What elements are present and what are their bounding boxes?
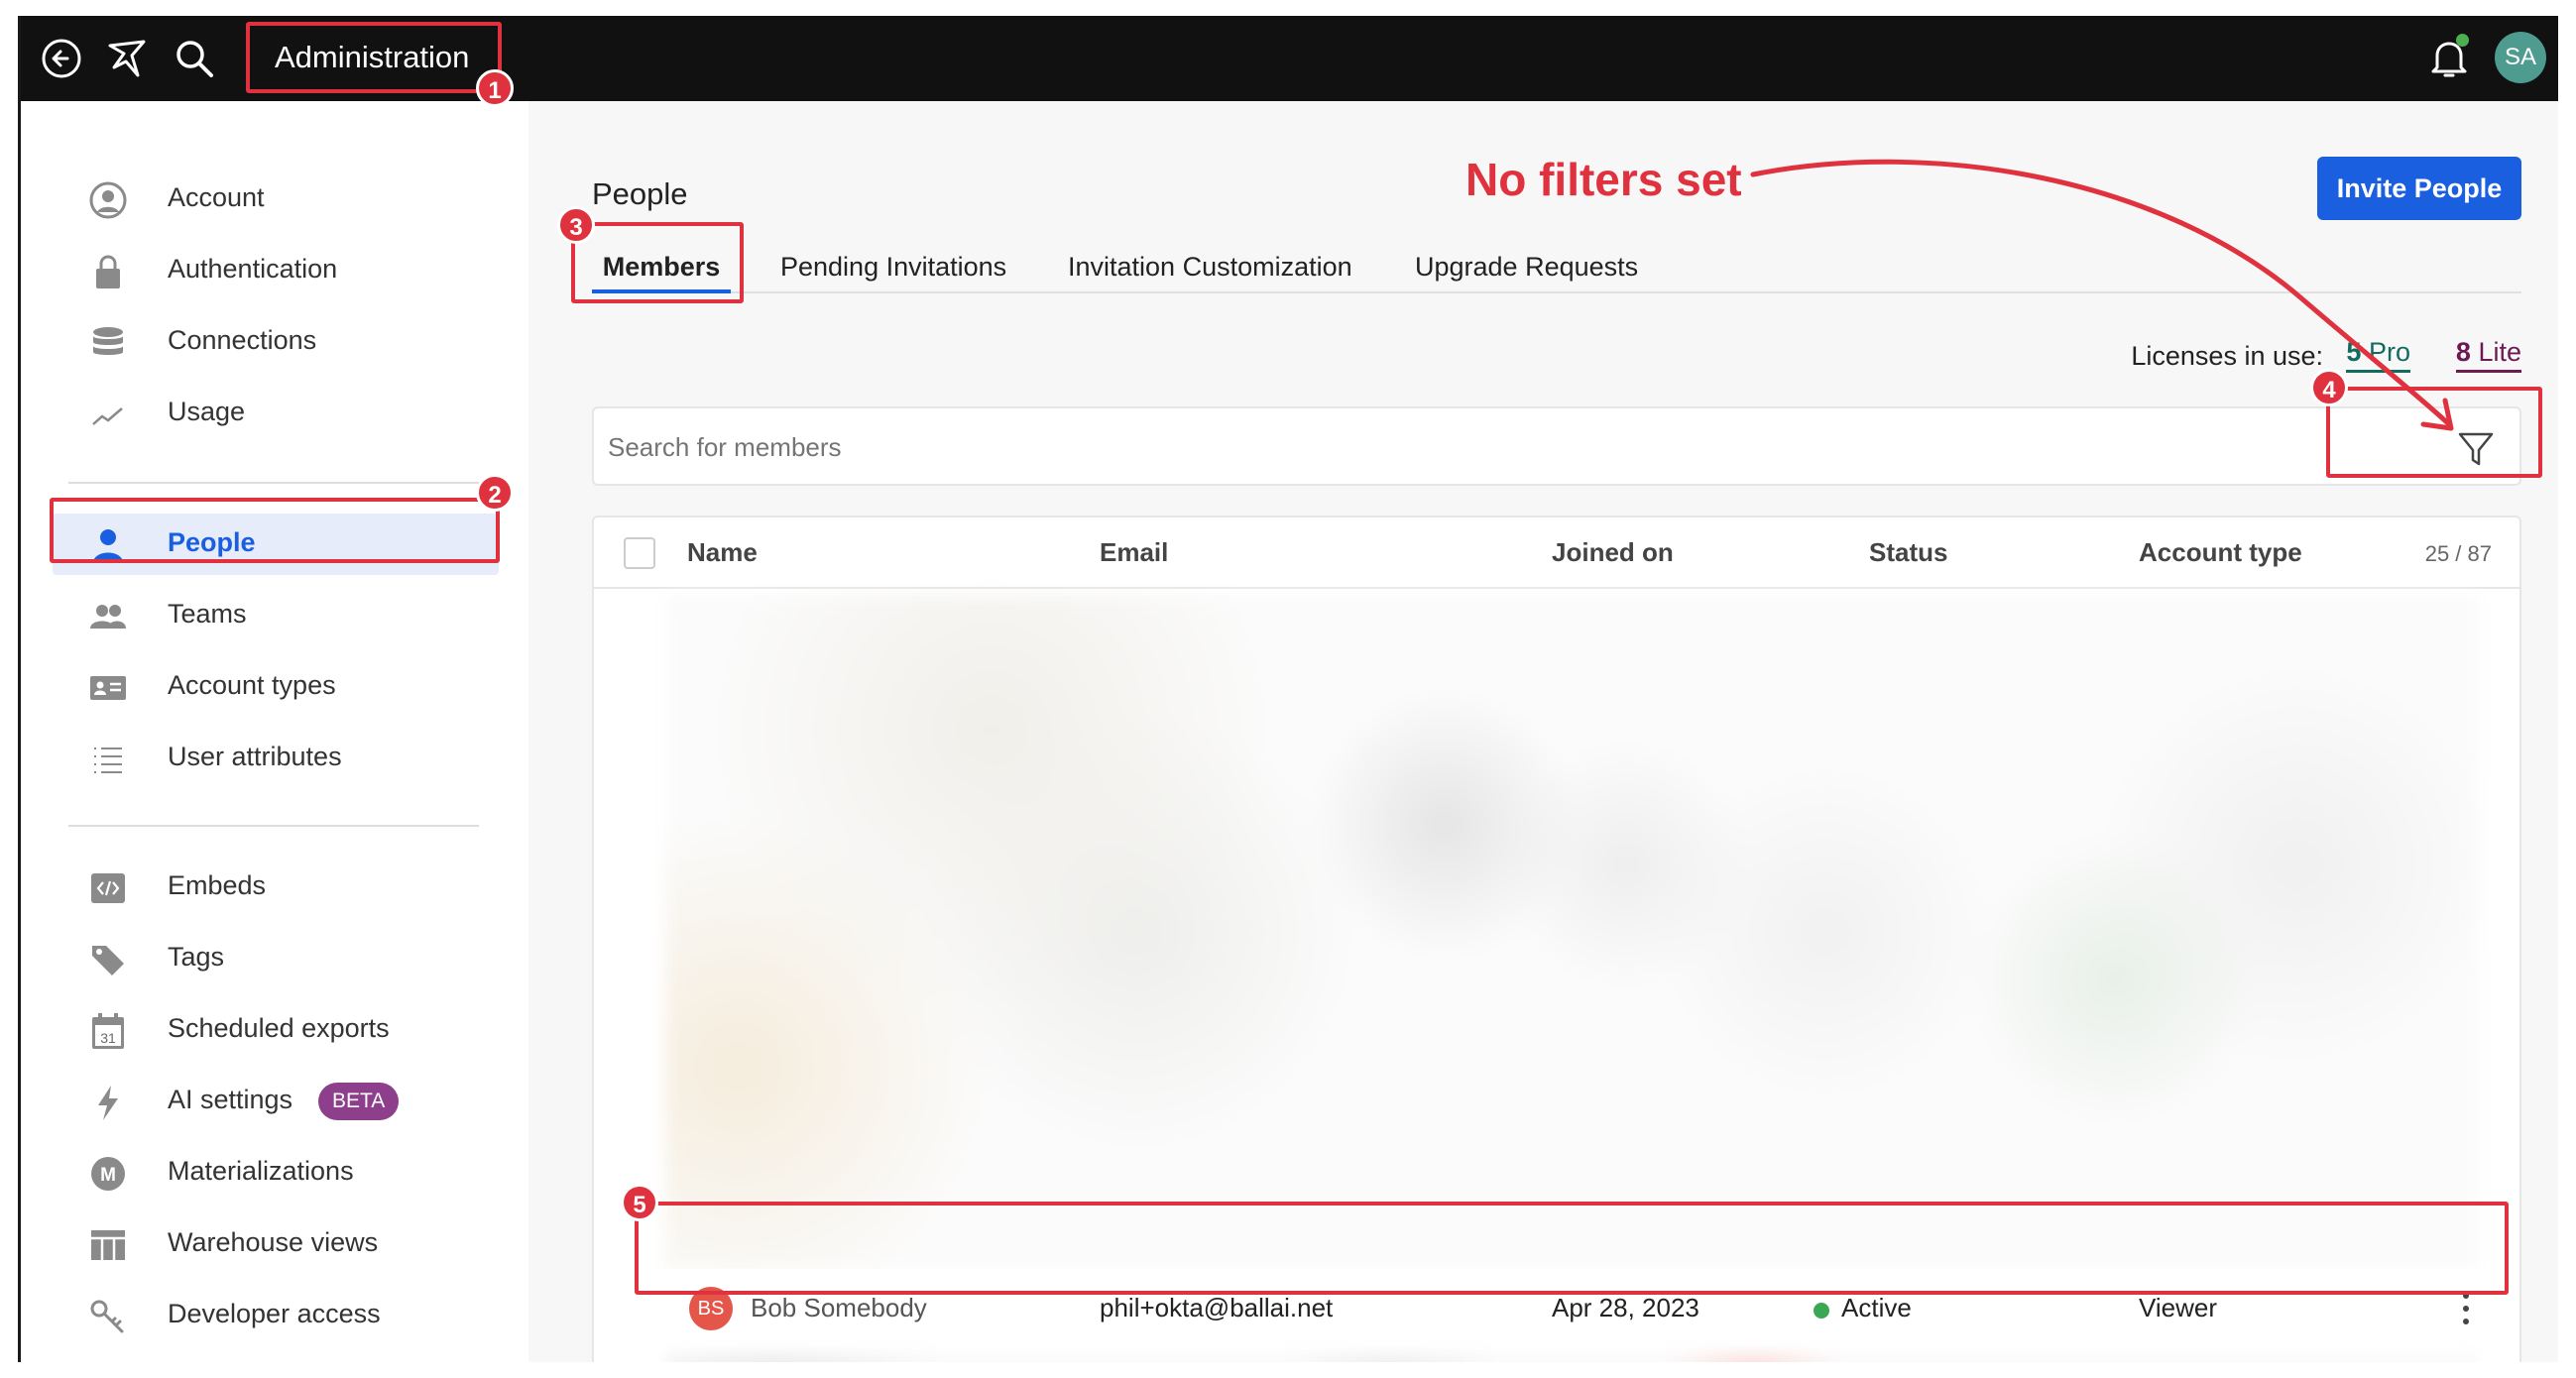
sidebar-item-label: Usage <box>168 397 246 426</box>
licenses-in-use: Licenses in use: 5 Pro 8 Lite <box>2065 333 2521 373</box>
sidebar-item-connections[interactable]: Connections <box>53 311 499 373</box>
user-avatar[interactable]: SA <box>2495 32 2546 83</box>
sidebar-item-authentication[interactable]: Authentication <box>53 240 499 301</box>
page-title: People <box>592 176 688 211</box>
column-header-joined[interactable]: Joined on <box>1552 537 1674 568</box>
sidebar-item-label: Scheduled exports <box>168 1013 390 1043</box>
line-chart-icon <box>92 407 123 425</box>
sidebar-item-usage[interactable]: Usage <box>53 383 499 444</box>
member-email: phil+okta@ballai.net <box>1100 1293 1334 1322</box>
database-icon <box>93 327 123 355</box>
list-icon <box>94 747 122 773</box>
member-account-type: Viewer <box>2139 1293 2218 1322</box>
sidebar-item-label: Materializations <box>168 1156 354 1186</box>
logo-icon[interactable] <box>104 36 150 81</box>
search-input[interactable] <box>608 422 2293 472</box>
sidebar-item-embeds[interactable]: Embeds <box>53 857 499 918</box>
pro-count: 5 <box>2346 337 2362 367</box>
annotation-box-4 <box>2326 387 2542 478</box>
sidebar-divider <box>68 825 479 827</box>
key-icon <box>90 1300 124 1333</box>
annotation-badge-2: 2 <box>476 474 514 512</box>
tab-invitation-customization[interactable]: Invitation Customization <box>1068 240 1352 293</box>
m-circle-icon-text: M <box>100 1165 116 1186</box>
search-box <box>592 406 2521 486</box>
member-status: Active <box>1841 1293 1912 1322</box>
sidebar-item-tags[interactable]: Tags <box>53 928 499 989</box>
table-header: Name Email Joined on Status Account type… <box>594 517 2519 589</box>
sidebar-item-label: AI settings <box>168 1085 293 1114</box>
sidebar: Account Authentication Connections Usage <box>21 101 528 1362</box>
annotation-box-1 <box>246 22 502 93</box>
sidebar-item-ai-settings[interactable]: AI settings BETA <box>53 1071 499 1132</box>
lock-icon <box>96 255 120 288</box>
sidebar-item-label: Authentication <box>168 254 338 284</box>
app-window: Administration SA Account Authentication <box>18 16 2558 1362</box>
sidebar-item-materializations[interactable]: M Materializations <box>53 1142 499 1204</box>
column-header-account-type[interactable]: Account type <box>2139 537 2302 568</box>
tab-upgrade-requests[interactable]: Upgrade Requests <box>1415 240 1638 293</box>
lite-licenses-link[interactable]: 8 Lite <box>2455 337 2521 373</box>
member-name[interactable]: Bob Somebody <box>751 1293 927 1323</box>
lite-count: 8 <box>2455 337 2471 367</box>
screenshot-frame: Administration SA Account Authentication <box>0 0 2576 1378</box>
annotation-badge-3: 3 <box>557 206 595 244</box>
sidebar-item-label: Developer access <box>168 1299 381 1328</box>
calendar-icon: 31 <box>92 1013 124 1049</box>
member-joined-date: Apr 28, 2023 <box>1552 1293 1699 1322</box>
beta-badge: BETA <box>318 1083 400 1120</box>
sidebar-item-label: Teams <box>168 599 247 629</box>
licenses-label: Licenses in use: <box>2131 341 2323 371</box>
column-header-status[interactable]: Status <box>1869 537 1947 568</box>
sidebar-item-account[interactable]: Account <box>53 169 499 230</box>
notification-dot <box>2456 34 2469 47</box>
column-header-email[interactable]: Email <box>1100 537 1168 568</box>
annotation-box-5 <box>635 1202 2509 1295</box>
annotation-badge-4: 4 <box>2310 369 2348 406</box>
annotation-box-3 <box>571 222 744 303</box>
sidebar-item-developer-access[interactable]: Developer access <box>53 1285 499 1346</box>
blurred-rows <box>665 595 2478 1269</box>
pro-licenses-link[interactable]: 5 Pro <box>2346 337 2410 373</box>
sidebar-item-label: Tags <box>168 942 225 972</box>
sidebar-item-user-attributes[interactable]: User attributes <box>53 728 499 789</box>
id-card-icon <box>90 676 126 700</box>
sidebar-item-label: Account <box>168 182 265 212</box>
annotation-badge-5: 5 <box>621 1184 658 1221</box>
sidebar-item-label: Warehouse views <box>168 1227 379 1257</box>
m-circle-icon: M <box>91 1157 125 1191</box>
sidebar-divider <box>68 482 479 484</box>
sidebar-item-label: Embeds <box>168 870 267 900</box>
table-icon <box>91 1230 125 1260</box>
tab-pending-invitations[interactable]: Pending Invitations <box>780 240 1006 293</box>
sidebar-item-account-types[interactable]: Account types <box>53 656 499 718</box>
calendar-icon-text: 31 <box>100 1030 116 1046</box>
column-header-name[interactable]: Name <box>687 537 758 568</box>
code-icon <box>91 873 125 903</box>
sidebar-item-label: User attributes <box>168 742 342 771</box>
sidebar-item-label: Account types <box>168 670 336 700</box>
status-dot <box>1814 1303 1829 1319</box>
row-count: 25 / 87 <box>2424 541 2492 566</box>
main-content: People Invite People Members Pending Inv… <box>528 101 2558 1362</box>
annotation-box-2 <box>50 498 500 563</box>
lightning-icon <box>98 1086 118 1120</box>
pro-label: Pro <box>2368 337 2410 367</box>
annotation-badge-1: 1 <box>476 69 514 107</box>
back-icon[interactable] <box>39 36 84 81</box>
annotation-note: No filters set <box>1465 154 1742 205</box>
tab-bar: Members Pending Invitations Invitation C… <box>592 240 2521 293</box>
sidebar-item-label: Connections <box>168 325 317 355</box>
account-circle-icon <box>89 181 127 219</box>
sidebar-item-scheduled-exports[interactable]: 31 Scheduled exports <box>53 999 499 1061</box>
select-all-checkbox[interactable] <box>624 537 655 569</box>
lite-label: Lite <box>2478 337 2521 367</box>
invite-people-button[interactable]: Invite People <box>2317 157 2521 220</box>
sidebar-item-teams[interactable]: Teams <box>53 585 499 646</box>
sidebar-item-warehouse-views[interactable]: Warehouse views <box>53 1213 499 1275</box>
people-icon <box>90 605 126 629</box>
tag-icon <box>92 946 124 976</box>
search-icon[interactable] <box>172 36 217 81</box>
blurred-rows <box>665 1352 2478 1362</box>
